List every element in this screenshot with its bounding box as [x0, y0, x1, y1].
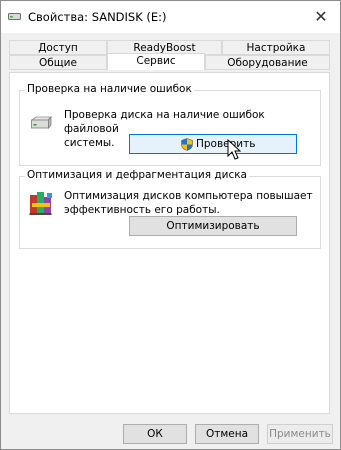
- defrag-icon: [29, 192, 52, 215]
- drive-icon: [30, 116, 52, 130]
- close-button[interactable]: ✕: [302, 1, 340, 33]
- tab-panel-service: Проверка на наличие ошибок Проверка диск…: [9, 72, 330, 414]
- tab-strip: Доступ ReadyBoost Настройка Общие Сервис…: [1, 33, 340, 73]
- check-button-label: Проверить: [196, 138, 256, 150]
- tab-service[interactable]: Сервис: [107, 53, 205, 70]
- optimize-description-line2: эффективность его работы.: [64, 204, 220, 216]
- tab-general[interactable]: Общие: [9, 55, 107, 70]
- window-title: Свойства: SANDISK (E:): [28, 10, 167, 24]
- ok-button[interactable]: ОК: [123, 424, 187, 444]
- properties-window: Свойства: SANDISK (E:) ✕ Доступ ReadyBoo…: [0, 0, 341, 450]
- close-icon: ✕: [314, 7, 328, 26]
- uac-shield-icon: [181, 138, 193, 151]
- title-bar[interactable]: Свойства: SANDISK (E:) ✕: [1, 1, 340, 33]
- drive-icon: [8, 13, 21, 20]
- cancel-button[interactable]: Отмена: [195, 424, 259, 444]
- optimize-title: Оптимизация и дефрагментация диска: [25, 169, 249, 181]
- error-check-title: Проверка на наличие ошибок: [25, 83, 194, 95]
- optimize-group: Оптимизация и дефрагментация диска Оптим…: [19, 169, 321, 249]
- tab-access[interactable]: Доступ: [9, 40, 107, 55]
- optimize-button[interactable]: Оптимизировать: [129, 216, 297, 236]
- error-check-group: Проверка на наличие ошибок Проверка диск…: [19, 83, 321, 166]
- mouse-cursor-icon: [227, 139, 241, 160]
- error-check-description-line1: Проверка диска на наличие ошибок файлово…: [64, 109, 265, 135]
- optimize-description-line1: Оптимизация дисков компьютера повышает: [64, 190, 313, 202]
- apply-button[interactable]: Применить: [267, 424, 333, 444]
- check-button[interactable]: Проверить: [129, 134, 297, 154]
- tab-hardware[interactable]: Оборудование: [205, 55, 330, 70]
- tab-settings[interactable]: Настройка: [222, 40, 330, 55]
